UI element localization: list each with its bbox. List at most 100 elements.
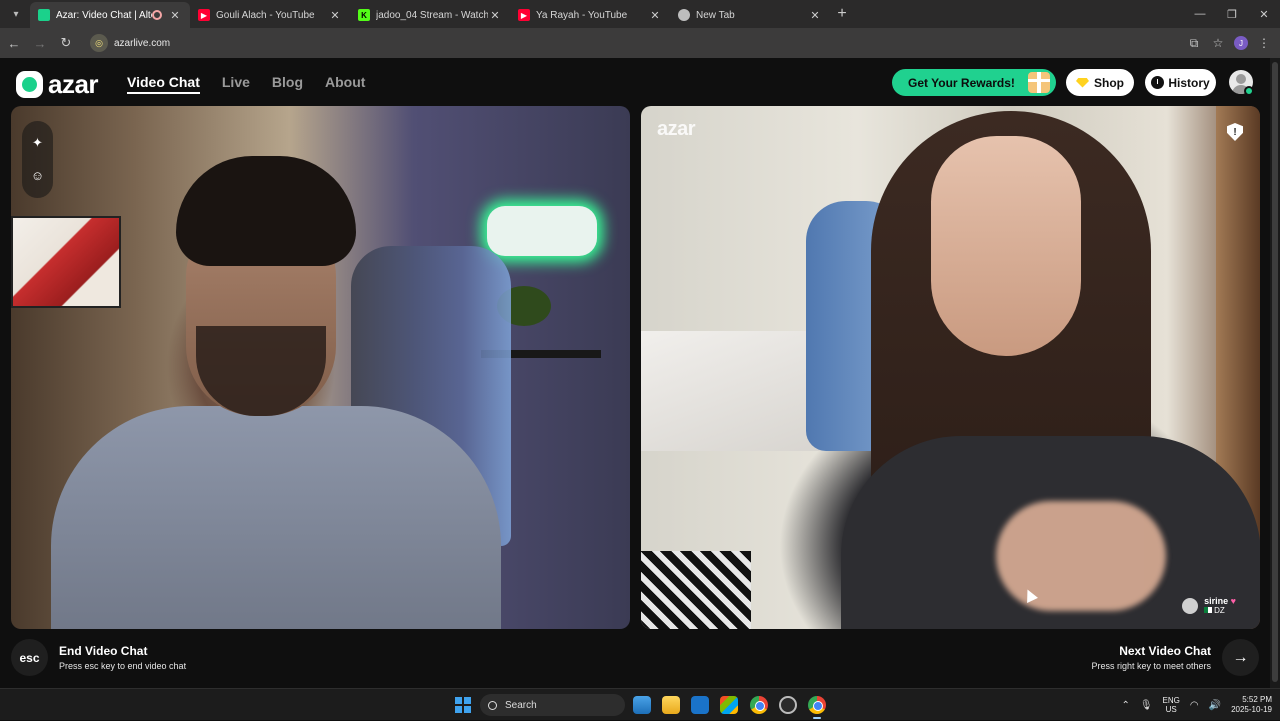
person-hair — [176, 156, 356, 266]
camera-tools: ✦ ☺ — [22, 121, 53, 198]
chrome-favicon-icon — [678, 9, 690, 21]
language-indicator[interactable]: ENG US — [1163, 696, 1180, 714]
azar-logo[interactable]: azar — [16, 69, 99, 100]
tab-title: Ya Rayah - YouTube — [536, 9, 628, 21]
forward-arrow-icon[interactable]: → — [28, 31, 52, 55]
new-tab-plus-icon[interactable]: + — [830, 2, 854, 26]
tab-title: jadoo_04 Stream - Watch Live o — [376, 9, 488, 21]
azar-logo-icon — [16, 71, 43, 98]
taskbar-clock[interactable]: 5:52 PM 2025-10-19 — [1231, 695, 1272, 715]
window-controls: — ❐ ✕ — [1184, 0, 1280, 28]
wifi-icon[interactable]: ◠ — [1190, 700, 1199, 711]
next-chat-title[interactable]: Next Video Chat — [1119, 644, 1211, 658]
kick-favicon-icon: K — [358, 9, 370, 21]
volume-icon[interactable]: 🔊 — [1209, 700, 1221, 711]
effects-sparkle-icon[interactable]: ✦ — [29, 134, 47, 152]
rewards-label: Get Your Rewards! — [908, 75, 1015, 90]
gem-icon — [1076, 77, 1089, 88]
toolbar-actions: ⧉ ☆ J ⋮ — [1186, 36, 1280, 51]
microphone-icon[interactable]: 🎙 — [1140, 700, 1153, 711]
tab-jadoo-stream[interactable]: K jadoo_04 Stream - Watch Live o ✕ — [350, 2, 510, 28]
clock-date: 2025-10-19 — [1231, 705, 1272, 714]
brand-wordmark: azar — [48, 69, 99, 99]
partner-info[interactable]: sirine ♥ DZ — [1182, 596, 1236, 615]
clock-time: 5:52 PM — [1242, 695, 1272, 704]
tab-close-icon[interactable]: ✕ — [648, 9, 662, 22]
face-filter-icon[interactable]: ☺ — [29, 167, 47, 185]
partner-camera-feed: azar ! sirine ♥ DZ — [641, 106, 1260, 629]
online-status-badge — [1244, 86, 1254, 96]
search-placeholder: Search — [505, 699, 537, 711]
widgets-app-icon[interactable] — [633, 696, 651, 714]
nav-blog[interactable]: Blog — [272, 74, 303, 94]
youtube-favicon-icon: ▶ — [198, 9, 210, 21]
person-hoodie — [51, 406, 501, 629]
next-arrow-icon[interactable]: → — [1222, 639, 1259, 676]
clock-icon — [1151, 76, 1165, 89]
end-chat-hint: Press esc key to end video chat — [59, 661, 187, 671]
partner-name: sirine — [1204, 596, 1229, 606]
tab-gouli-alach[interactable]: ▶ Gouli Alach - YouTube ✕ — [190, 2, 350, 28]
history-button[interactable]: History — [1145, 69, 1216, 96]
minimize-icon[interactable]: — — [1184, 8, 1216, 20]
reload-icon[interactable]: ↻ — [54, 31, 78, 55]
get-rewards-button[interactable]: Get Your Rewards! — [892, 69, 1056, 96]
region-code: US — [1165, 705, 1177, 714]
system-tray: ⌃ 🎙 ENG US ◠ 🔊 5:52 PM 2025-10-19 — [1121, 689, 1280, 721]
partner-avatar — [1182, 597, 1199, 614]
recording-indicator-icon — [152, 10, 162, 20]
neon-sign — [487, 206, 597, 256]
chrome-icon[interactable] — [750, 696, 768, 714]
end-chat-key-button[interactable]: esc — [11, 639, 48, 676]
file-explorer-icon[interactable] — [662, 696, 680, 714]
end-chat-title[interactable]: End Video Chat — [59, 644, 147, 658]
tab-azar[interactable]: Azar: Video Chat | Alternati ✕ — [30, 2, 190, 28]
page-scrollbar[interactable] — [1270, 58, 1280, 688]
wall-poster — [11, 216, 121, 308]
taskbar-search[interactable]: Search — [480, 694, 625, 716]
search-icon — [488, 700, 497, 710]
tab-new-tab[interactable]: New Tab ✕ — [670, 2, 830, 28]
site-info-icon[interactable]: ◎ — [90, 34, 108, 52]
scrollbar-thumb[interactable] — [1272, 62, 1278, 682]
my-camera-feed: ✦ ☺ — [11, 106, 630, 629]
language-code: ENG — [1162, 696, 1180, 705]
url-text: azarlive.com — [114, 37, 171, 49]
chrome-active-icon[interactable] — [808, 696, 826, 719]
browser-tab-strip: ▾ Azar: Video Chat | Alternati ✕ ▶ Gouli… — [0, 0, 1280, 28]
tab-title: Gouli Alach - YouTube — [216, 9, 315, 21]
steam-icon[interactable] — [779, 696, 797, 714]
profile-avatar[interactable]: J — [1234, 36, 1248, 50]
heart-icon: ♥ — [1230, 596, 1236, 606]
install-app-icon[interactable]: ⧉ — [1186, 36, 1202, 51]
tab-ya-rayah[interactable]: ▶ Ya Rayah - YouTube ✕ — [510, 2, 670, 28]
back-arrow-icon[interactable]: ← — [2, 31, 26, 55]
tab-close-icon[interactable]: ✕ — [808, 9, 822, 22]
bookmark-star-icon[interactable]: ☆ — [1210, 36, 1226, 50]
nav-video-chat[interactable]: Video Chat — [127, 74, 200, 94]
partner-face — [931, 136, 1081, 356]
main-nav: Video Chat Live Blog About — [127, 74, 365, 94]
azar-page: azar Video Chat Live Blog About Get Your… — [0, 58, 1270, 688]
tab-close-icon[interactable]: ✕ — [488, 9, 502, 22]
tab-search-chevron-icon[interactable]: ▾ — [4, 2, 28, 26]
tab-close-icon[interactable]: ✕ — [328, 9, 342, 22]
browser-toolbar: ← → ↻ ◎ azarlive.com ⧉ ☆ J ⋮ — [0, 28, 1280, 58]
outlook-icon[interactable] — [691, 696, 709, 714]
microsoft-store-icon[interactable] — [720, 696, 738, 714]
history-label: History — [1168, 75, 1210, 90]
tab-close-icon[interactable]: ✕ — [168, 9, 182, 22]
nav-live[interactable]: Live — [222, 74, 250, 94]
windows-taskbar: Search ⌃ 🎙 ENG US ◠ 🔊 5:52 PM 2025-10-19 — [0, 688, 1280, 720]
address-bar[interactable]: ◎ azarlive.com — [88, 31, 1168, 55]
gift-icon — [1028, 72, 1050, 93]
nav-about[interactable]: About — [325, 74, 365, 94]
menu-kebab-icon[interactable]: ⋮ — [1256, 36, 1272, 50]
tab-title: New Tab — [696, 9, 735, 21]
shop-button[interactable]: Shop — [1066, 69, 1134, 96]
restore-icon[interactable]: ❐ — [1216, 8, 1248, 21]
window-close-icon[interactable]: ✕ — [1248, 8, 1280, 21]
windows-start-icon[interactable] — [455, 697, 471, 713]
flag-icon — [1204, 607, 1213, 613]
tray-chevron-icon[interactable]: ⌃ — [1121, 700, 1129, 711]
